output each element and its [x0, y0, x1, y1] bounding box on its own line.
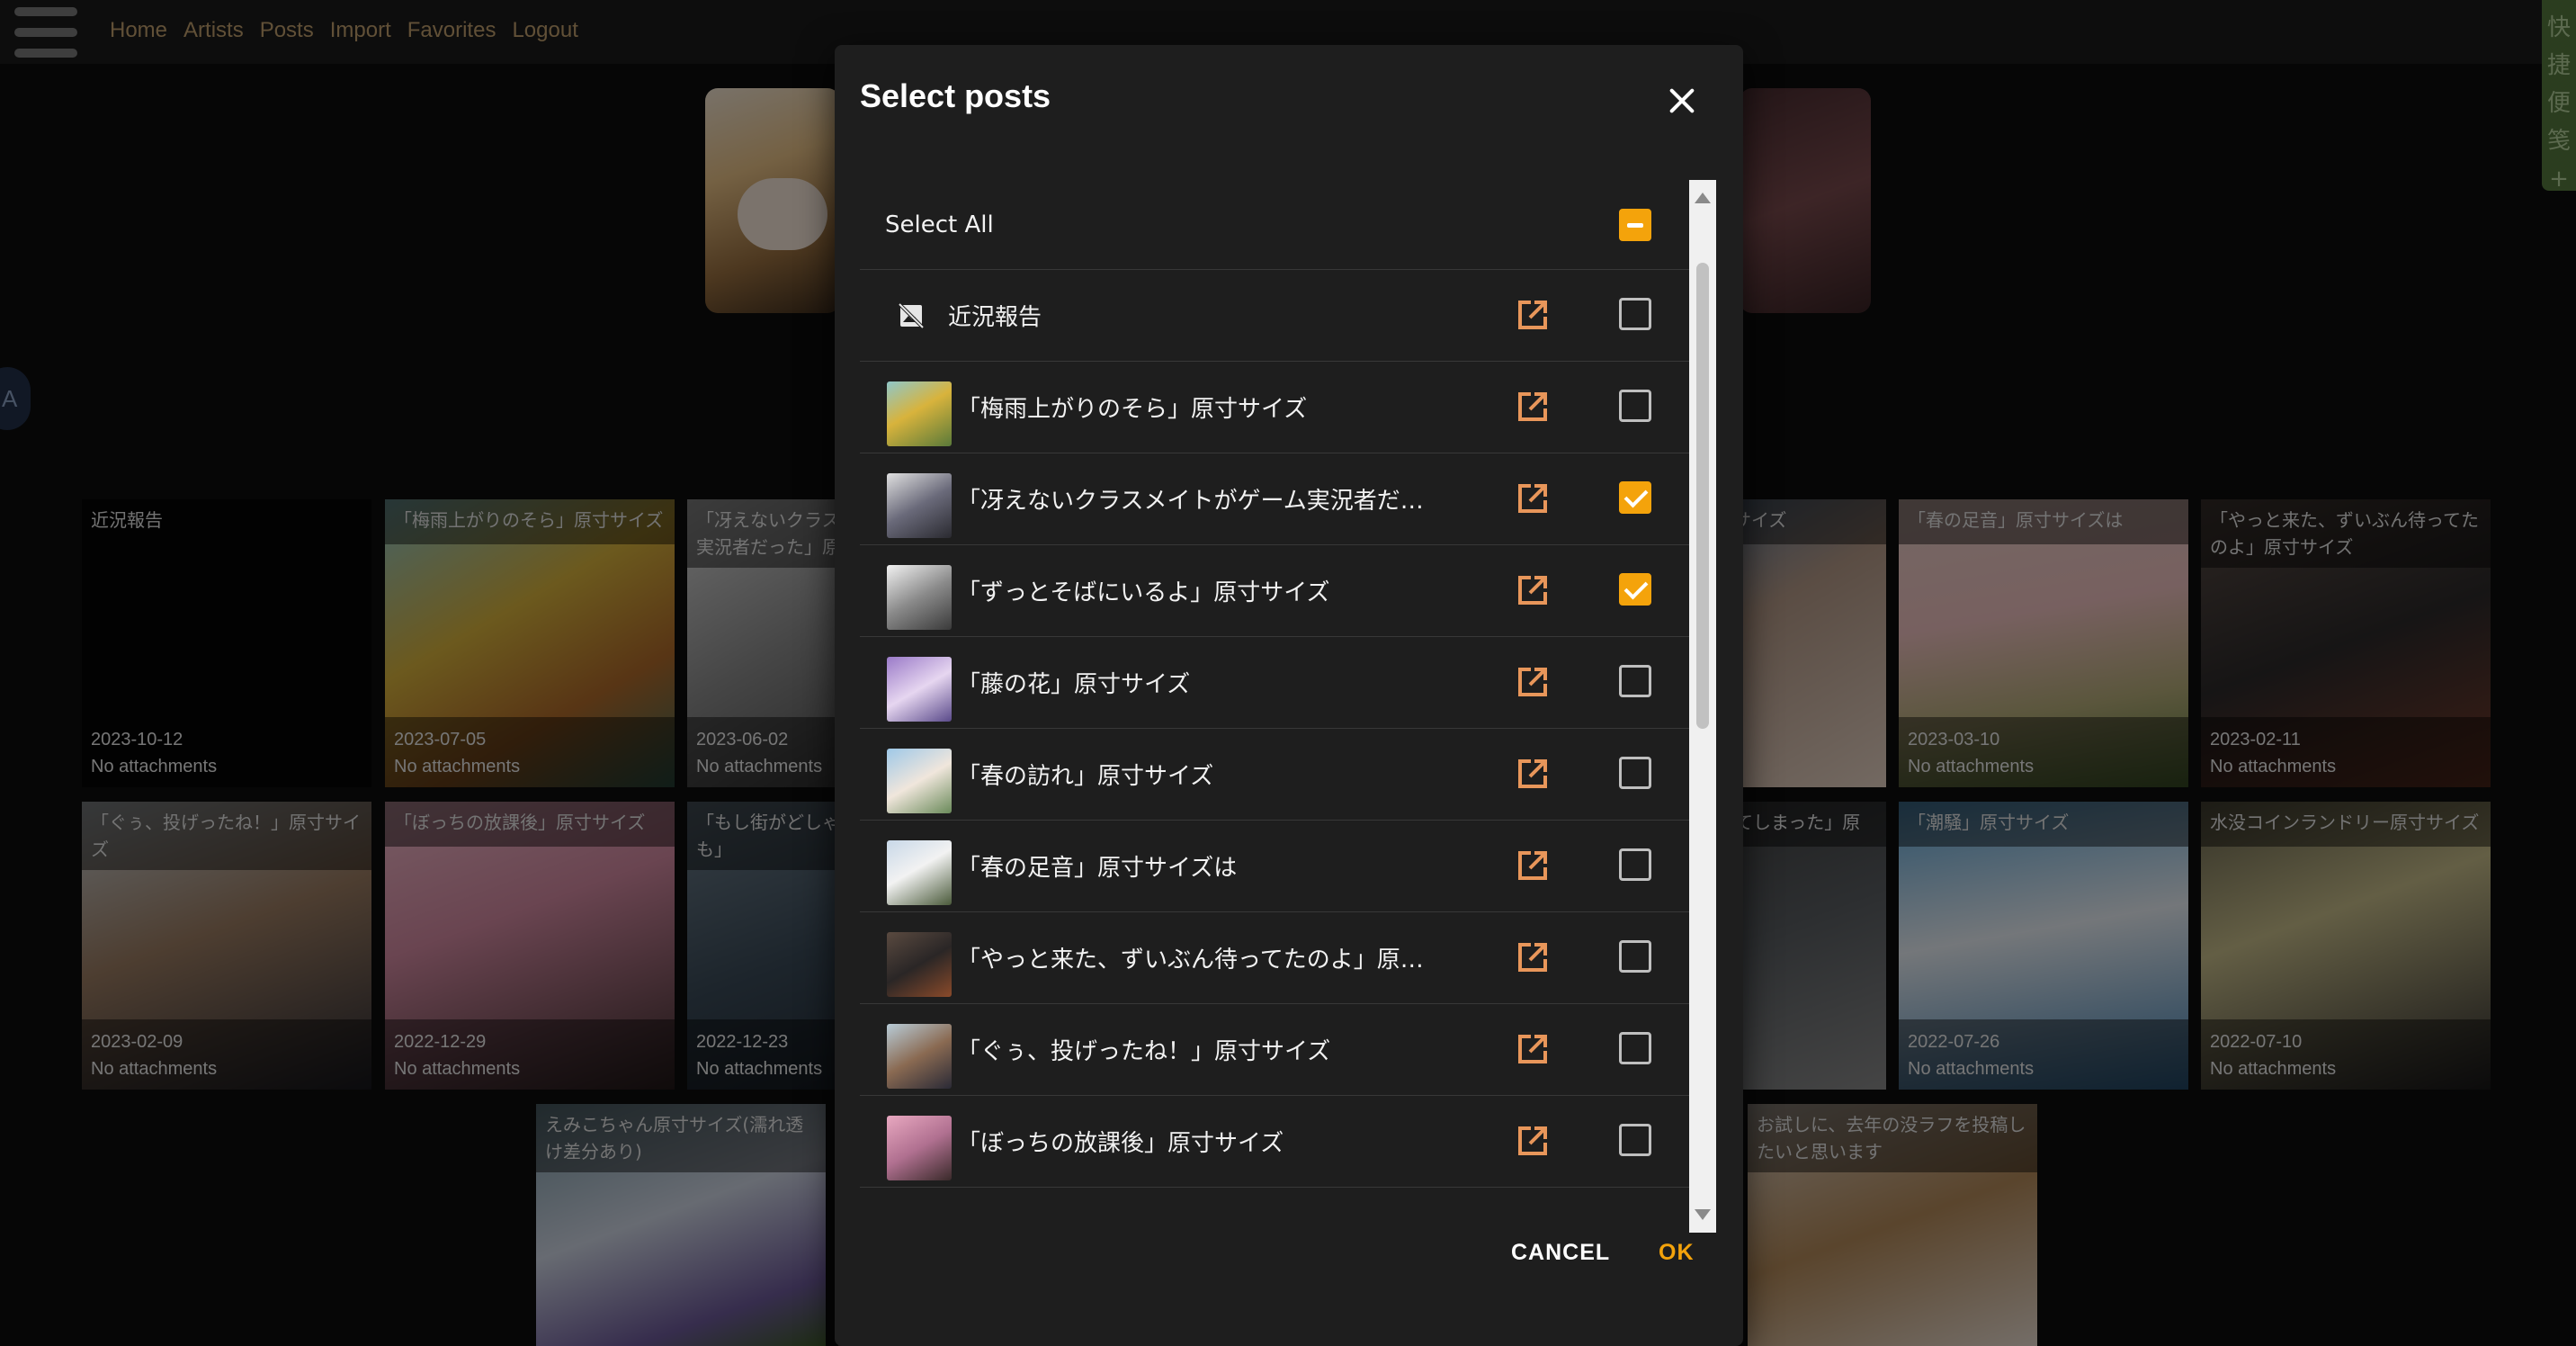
open-in-new-icon[interactable]	[1515, 297, 1551, 333]
post-title: 「梅雨上がりのそら」原寸サイズ	[957, 396, 1308, 423]
post-row[interactable]: 近況報告	[860, 270, 1696, 362]
post-row[interactable]: 「藤の花」原寸サイズ	[860, 637, 1696, 729]
post-row[interactable]: 「春の足音」原寸サイズは	[860, 821, 1696, 912]
open-in-new-icon[interactable]	[1515, 848, 1551, 884]
post-checkbox[interactable]	[1619, 298, 1651, 330]
post-row[interactable]: 「春の訪れ」原寸サイズ	[860, 729, 1696, 821]
post-thumbnail	[887, 749, 952, 813]
post-thumbnail	[887, 473, 952, 538]
open-in-new-icon[interactable]	[1515, 1123, 1551, 1159]
post-title: 「ずっとそばにいるよ」原寸サイズ	[957, 579, 1330, 606]
post-title: 「春の訪れ」原寸サイズ	[957, 763, 1214, 790]
scroll-down-arrow-icon[interactable]	[1695, 1209, 1711, 1220]
post-title: 近況報告	[948, 304, 1042, 331]
post-checkbox[interactable]	[1619, 940, 1651, 973]
open-in-new-icon[interactable]	[1515, 480, 1551, 516]
post-checkbox[interactable]	[1619, 1032, 1651, 1064]
post-checkbox[interactable]	[1619, 481, 1651, 514]
post-row[interactable]: 「やっと来た、ずいぶん待ってたのよ」原寸…	[860, 912, 1696, 1004]
cancel-button[interactable]: CANCEL	[1511, 1240, 1610, 1266]
close-icon[interactable]	[1662, 81, 1702, 121]
post-thumbnail	[887, 381, 952, 446]
post-row[interactable]: 「冴えないクラスメイトがゲーム実況者だっ…	[860, 453, 1696, 545]
post-row[interactable]: 「梅雨上がりのそら」原寸サイズ	[860, 362, 1696, 453]
post-thumbnail	[887, 1024, 952, 1089]
posts-list[interactable]: Select All 近況報告 「梅雨上がりのそら」原寸サイズ 「冴えないクラス…	[860, 180, 1696, 1233]
list-scrollbar[interactable]	[1689, 180, 1716, 1233]
open-in-new-icon[interactable]	[1515, 756, 1551, 792]
select-all-label: Select All	[885, 211, 994, 238]
open-in-new-icon[interactable]	[1515, 939, 1551, 975]
post-checkbox[interactable]	[1619, 848, 1651, 881]
post-row[interactable]: 「ぐぅ、投げったね！」原寸サイズ	[860, 1004, 1696, 1096]
scrollbar-thumb[interactable]	[1696, 263, 1709, 729]
post-title: 「冴えないクラスメイトがゲーム実況者だっ…	[957, 488, 1425, 515]
post-title: 「春の足音」原寸サイズは	[957, 855, 1238, 882]
open-in-new-icon[interactable]	[1515, 389, 1551, 425]
post-thumbnail	[887, 932, 952, 997]
post-thumbnail	[887, 840, 952, 905]
post-checkbox[interactable]	[1619, 1124, 1651, 1156]
post-thumbnail	[887, 657, 952, 722]
ok-button[interactable]: OK	[1659, 1240, 1695, 1266]
post-thumbnail	[887, 565, 952, 630]
scroll-up-arrow-icon[interactable]	[1695, 193, 1711, 203]
open-in-new-icon[interactable]	[1515, 664, 1551, 700]
post-checkbox[interactable]	[1619, 665, 1651, 697]
post-checkbox[interactable]	[1619, 757, 1651, 789]
post-thumbnail	[887, 1116, 952, 1180]
select-all-row[interactable]: Select All	[860, 180, 1696, 270]
post-title: 「ぐぅ、投げったね！」原寸サイズ	[957, 1038, 1331, 1065]
post-title: 「ぼっちの放課後」原寸サイズ	[957, 1130, 1284, 1157]
open-in-new-icon[interactable]	[1515, 1031, 1551, 1067]
post-row[interactable]: 「ぼっちの放課後」原寸サイズ	[860, 1096, 1696, 1188]
post-checkbox[interactable]	[1619, 390, 1651, 422]
post-title: 「藤の花」原寸サイズ	[957, 671, 1191, 698]
post-row[interactable]: 「ずっとそばにいるよ」原寸サイズ	[860, 545, 1696, 637]
select-all-checkbox[interactable]	[1619, 209, 1651, 241]
open-in-new-icon[interactable]	[1515, 572, 1551, 608]
post-checkbox[interactable]	[1619, 573, 1651, 606]
dialog-title: Select posts	[860, 77, 1051, 114]
no-image-icon	[898, 302, 925, 329]
select-posts-dialog: Select posts Select All 近況報告 「梅雨上がりのそら」原…	[835, 45, 1743, 1346]
post-title: 「やっと来た、ずいぶん待ってたのよ」原寸…	[957, 947, 1425, 974]
